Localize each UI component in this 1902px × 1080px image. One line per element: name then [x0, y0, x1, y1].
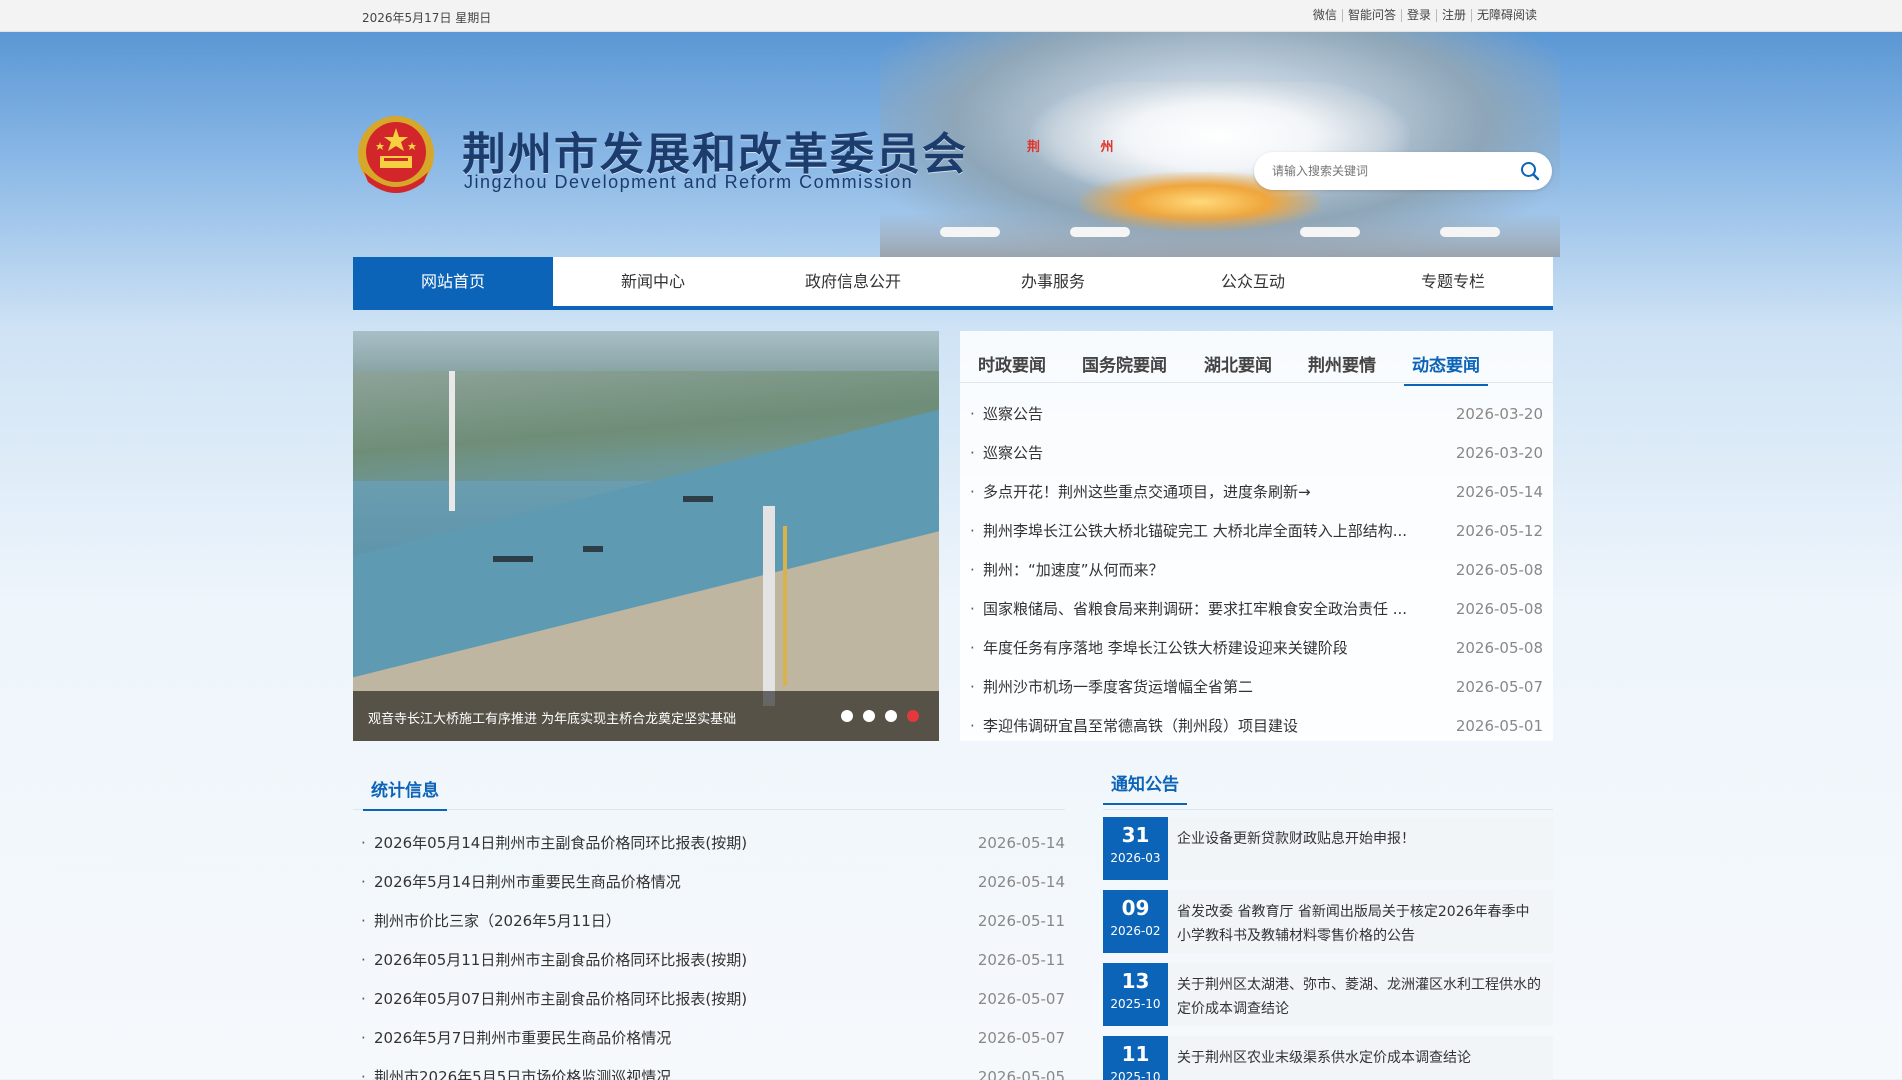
notice-item[interactable]: 13 2025-10 关于荆州区太湖港、弥市、菱湖、龙洲灌区水利工程供水的定价成本…	[1103, 963, 1553, 1026]
statistics-title[interactable]: 统计信息	[363, 776, 447, 811]
carousel-dot[interactable]	[863, 710, 875, 722]
site-subtitle: Jingzhou Development and Reform Commissi…	[464, 172, 914, 192]
carousel-caption[interactable]: 观音寺长江大桥施工有序推进 为年底实现主桥合龙奠定坚实基础	[368, 708, 736, 727]
list-item[interactable]: · 2026年5月14日荆州市重要民生商品价格情况 2026-05-14	[361, 863, 1065, 902]
notices-section: 通知公告 31 2026-03 企业设备更新贷款财政贴息开始申报！ 09 2026-…	[1103, 762, 1553, 1080]
nav-special-topics[interactable]: 专题专栏	[1353, 257, 1553, 306]
search-icon[interactable]	[1520, 161, 1540, 181]
tab-hubei-news[interactable]: 湖北要闻	[1204, 351, 1272, 384]
notice-date-box: 11 2025-10	[1103, 1036, 1168, 1080]
notice-date-box: 13 2025-10	[1103, 963, 1168, 1026]
list-item[interactable]: · 荆州沙市机场一季度客货运增幅全省第二 2026-05-07	[970, 668, 1543, 707]
carousel-dot[interactable]	[885, 710, 897, 722]
banner-airport-photo	[880, 32, 1560, 257]
list-item[interactable]: · 荆州：“加速度”从何而来？ 2026-05-08	[970, 551, 1543, 590]
notice-text[interactable]: 关于荆州区农业末级渠系供水定价成本调查结论	[1177, 1046, 1543, 1070]
login-link[interactable]: 登录	[1400, 9, 1436, 22]
list-item[interactable]: · 年度任务有序落地 李埠长江公铁大桥建设迎来关键阶段 2026-05-08	[970, 629, 1543, 668]
notice-item[interactable]: 09 2026-02 省发改委 省教育厅 省新闻出版局关于核定2026年春季中小学…	[1103, 890, 1553, 953]
statistics-list: · 2026年05月14日荆州市主副食品价格同环比报表(按期) 2026-05-14…	[361, 824, 1065, 1080]
list-item[interactable]: · 2026年05月11日荆州市主副食品价格同环比报表(按期) 2026-05-11	[361, 941, 1065, 980]
notice-date-box: 31 2026-03	[1103, 817, 1168, 880]
wechat-link[interactable]: 微信	[1308, 9, 1342, 22]
register-link[interactable]: 注册	[1435, 9, 1471, 22]
main-nav: 网站首页 新闻中心 政府信息公开 办事服务 公众互动 专题专栏	[353, 257, 1553, 310]
photo-sign-text: 荆 州	[1027, 140, 1142, 155]
carousel-dot[interactable]	[841, 710, 853, 722]
section-header: 统计信息	[353, 762, 1065, 811]
nav-news-center[interactable]: 新闻中心	[553, 257, 753, 306]
statistics-section: 统计信息 · 2026年05月14日荆州市主副食品价格同环比报表(按期) 2026-…	[353, 762, 1065, 1080]
news-tabs: 时政要闻 国务院要闻 湖北要闻 荆州要情 动态要闻	[960, 331, 1553, 386]
top-bar: 2026年5月17日 星期日 微信 智能问答 登录 注册 无障碍阅读	[0, 0, 1902, 32]
nav-services[interactable]: 办事服务	[953, 257, 1153, 306]
notice-text[interactable]: 企业设备更新贷款财政贴息开始申报！	[1177, 827, 1543, 851]
list-item[interactable]: · 2026年05月07日荆州市主副食品价格同环比报表(按期) 2026-05-07	[361, 980, 1065, 1019]
carousel-dots	[831, 710, 919, 722]
list-item[interactable]: · 多点开花！荆州这些重点交通项目，进度条刷新→ 2026-05-14	[970, 473, 1543, 512]
tab-political-news[interactable]: 时政要闻	[978, 351, 1046, 384]
notice-item[interactable]: 11 2025-10 关于荆州区农业末级渠系供水定价成本调查结论	[1103, 1036, 1553, 1080]
notice-text[interactable]: 省发改委 省教育厅 省新闻出版局关于核定2026年春季中小学教科书及教辅材料零售…	[1177, 900, 1543, 948]
list-item[interactable]: · 国家粮储局、省粮食局来荆调研：要求扛牢粮食安全政治责任 ... 2026-05-…	[970, 590, 1543, 629]
tab-dynamic-news[interactable]: 动态要闻	[1404, 351, 1488, 386]
list-item[interactable]: · 荆州市价比三家（2026年5月11日） 2026-05-11	[361, 902, 1065, 941]
nav-home[interactable]: 网站首页	[353, 257, 553, 306]
section-header: 通知公告	[1103, 762, 1553, 810]
list-item[interactable]: · 荆州李埠长江公铁大桥北锚碇完工 大桥北岸全面转入上部结构... 2026-05-…	[970, 512, 1543, 551]
list-item[interactable]: · 巡察公告 2026-03-20	[970, 434, 1543, 473]
list-item[interactable]: · 2026年05月14日荆州市主副食品价格同环比报表(按期) 2026-05-14	[361, 824, 1065, 863]
notice-date-box: 09 2026-02	[1103, 890, 1168, 953]
accessibility-link[interactable]: 无障碍阅读	[1470, 9, 1542, 22]
notices-title[interactable]: 通知公告	[1103, 770, 1187, 805]
nav-public-interaction[interactable]: 公众互动	[1153, 257, 1353, 306]
current-date: 2026年5月17日 星期日	[362, 11, 492, 25]
search-input[interactable]	[1272, 162, 1502, 180]
list-item[interactable]: · 李迎伟调研宜昌至常德高铁（荆州段）项目建设 2026-05-01	[970, 707, 1543, 746]
carousel-caption-bar: 观音寺长江大桥施工有序推进 为年底实现主桥合龙奠定坚实基础	[353, 691, 939, 741]
list-item[interactable]: · 2026年5月7日荆州市重要民生商品价格情况 2026-05-07	[361, 1019, 1065, 1058]
list-item[interactable]: · 巡察公告 2026-03-20	[970, 395, 1543, 434]
news-list: · 巡察公告 2026-03-20 · 巡察公告 2026-03-20 · 多点开花！荆州…	[970, 395, 1543, 746]
tab-jingzhou-news[interactable]: 荆州要情	[1308, 351, 1376, 384]
notice-text[interactable]: 关于荆州区太湖港、弥市、菱湖、龙洲灌区水利工程供水的定价成本调查结论	[1177, 973, 1543, 1021]
list-item[interactable]: · 荆州市2026年5月5日市场价格监测巡视情况 2026-05-05	[361, 1058, 1065, 1080]
top-links: 微信 智能问答 登录 注册 无障碍阅读	[1308, 9, 1542, 22]
news-carousel[interactable]: 观音寺长江大桥施工有序推进 为年底实现主桥合龙奠定坚实基础	[353, 331, 939, 741]
tab-state-council-news[interactable]: 国务院要闻	[1082, 351, 1167, 384]
search-box	[1254, 152, 1552, 190]
notice-item[interactable]: 31 2026-03 企业设备更新贷款财政贴息开始申报！	[1103, 817, 1553, 880]
smart-qa-link[interactable]: 智能问答	[1341, 9, 1401, 22]
news-panel: 时政要闻 国务院要闻 湖北要闻 荆州要情 动态要闻 · 巡察公告 2026-03-2…	[960, 331, 1553, 741]
carousel-dot-active[interactable]	[907, 710, 919, 722]
nav-gov-info[interactable]: 政府信息公开	[753, 257, 953, 306]
national-emblem-icon	[354, 112, 438, 200]
